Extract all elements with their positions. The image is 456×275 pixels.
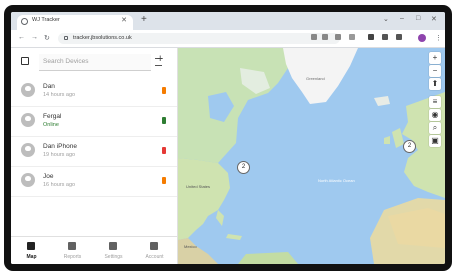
device-row-joe[interactable]: Joe 16 hours ago [11, 166, 177, 197]
forward-icon[interactable]: → [31, 34, 38, 41]
side-panel-icon[interactable] [396, 34, 402, 40]
back-icon[interactable]: ← [18, 34, 25, 41]
person-avatar-icon [21, 83, 35, 97]
search-row: + [11, 48, 177, 76]
battery-icon [162, 147, 166, 154]
tab-close-icon[interactable]: ✕ [121, 16, 127, 24]
map-label-ocean: North Atlantic Ocean [318, 178, 355, 183]
mexico-landmass [178, 238, 218, 264]
layers-icon[interactable]: ≡ [429, 96, 441, 108]
zoom-icon[interactable] [322, 34, 328, 40]
zoom-in-button[interactable]: + [429, 52, 441, 64]
nav-settings[interactable]: Settings [93, 237, 134, 264]
nav-reports[interactable]: Reports [52, 237, 93, 264]
key-icon[interactable] [311, 34, 317, 40]
location-pin-avatar-icon [21, 173, 35, 187]
nav-label: Reports [63, 254, 82, 260]
nav-label: Account [145, 254, 164, 260]
url-text: tracker.jbsolutions.co.uk [73, 35, 132, 41]
device-row-dan-iphone[interactable]: Dan iPhone 19 hours ago [11, 136, 177, 167]
compass-icon[interactable]: ⬆ [429, 78, 441, 90]
nav-map[interactable]: Map [11, 237, 52, 264]
menu-kebab-icon[interactable]: ⋮ [435, 34, 442, 42]
bottom-navigation: Map Reports Settings Account [11, 236, 177, 264]
nav-label: Settings [104, 254, 123, 260]
reading-list-icon[interactable] [382, 34, 388, 40]
device-row-fergal[interactable]: Fergal Online [11, 106, 177, 137]
map-icon [27, 242, 35, 250]
person-icon [150, 242, 158, 250]
nav-account[interactable]: Account [134, 237, 175, 264]
device-cluster-marker[interactable]: 2 [237, 161, 250, 174]
iceland [374, 96, 390, 106]
browser-window: WJ Tracker ✕ + ⌄ – □ ✕ ← → ↻ tracker.jbs… [11, 12, 445, 264]
browser-tab[interactable]: WJ Tracker ✕ [17, 15, 133, 30]
person-avatar-icon [21, 113, 35, 127]
map-label-greenland: Greenland [306, 76, 325, 81]
person-avatar-icon [21, 143, 35, 157]
device-status: 19 hours ago [43, 152, 76, 158]
map-label-united-states: United States [186, 184, 211, 189]
camera-icon[interactable]: ▣ [429, 135, 441, 147]
device-status: 16 hours ago [43, 182, 76, 188]
omnibox[interactable]: tracker.jbsolutions.co.uk [58, 33, 340, 44]
reload-icon[interactable]: ↻ [44, 34, 50, 42]
map-label-mexico: Mexico [184, 244, 197, 249]
tracker-app: + Dan 14 hours ago Fergal Online Dan iPh… [11, 48, 445, 264]
minimize-icon[interactable]: – [400, 15, 404, 22]
south-america [238, 252, 298, 264]
device-name: Dan [43, 83, 55, 90]
document-icon [68, 242, 76, 250]
search-box [39, 54, 162, 71]
device-name: Joe [43, 173, 54, 180]
usa-landmass [178, 158, 230, 240]
profile-avatar[interactable] [418, 34, 426, 42]
visibility-icon[interactable]: ◉ [429, 109, 441, 121]
maximize-icon[interactable]: □ [416, 15, 420, 22]
tab-strip: WJ Tracker ✕ + ⌄ – □ ✕ [11, 12, 445, 30]
device-status: Online [43, 122, 59, 128]
device-status: 14 hours ago [43, 92, 76, 98]
ireland [384, 136, 390, 144]
zoom-out-button[interactable]: − [429, 65, 441, 77]
device-cluster-marker[interactable]: 2 [403, 140, 416, 153]
extension-icon[interactable] [368, 34, 374, 40]
lock-icon [64, 36, 68, 40]
nav-label: Map [26, 254, 37, 260]
bookmark-star-icon[interactable] [349, 34, 355, 40]
new-tab-icon[interactable]: + [141, 14, 147, 25]
search-map-icon[interactable]: ⌕ [429, 122, 441, 134]
caribbean-islands [226, 234, 242, 240]
add-device-button[interactable]: + [157, 53, 163, 65]
gear-icon [109, 242, 117, 250]
battery-icon [162, 117, 166, 124]
device-name: Fergal [43, 113, 62, 120]
device-sidebar: + Dan 14 hours ago Fergal Online Dan iPh… [11, 48, 178, 264]
device-row-dan[interactable]: Dan 14 hours ago [11, 76, 177, 107]
tab-favicon-icon [21, 18, 28, 25]
florida [216, 210, 224, 226]
map-view[interactable]: 2 2 Greenland North Atlantic Ocean Unite… [178, 48, 445, 264]
chevron-down-icon[interactable]: ⌄ [383, 15, 389, 23]
battery-icon [162, 87, 166, 94]
device-name: Dan iPhone [43, 143, 77, 150]
address-bar: ← → ↻ tracker.jbsolutions.co.uk ⋮ [11, 30, 445, 48]
battery-icon [162, 177, 166, 184]
map-toggle-icon[interactable] [21, 57, 29, 65]
window-close-icon[interactable]: ✕ [431, 15, 437, 23]
share-icon[interactable] [335, 34, 341, 40]
tab-title: WJ Tracker [32, 17, 60, 23]
search-input[interactable] [43, 56, 123, 67]
